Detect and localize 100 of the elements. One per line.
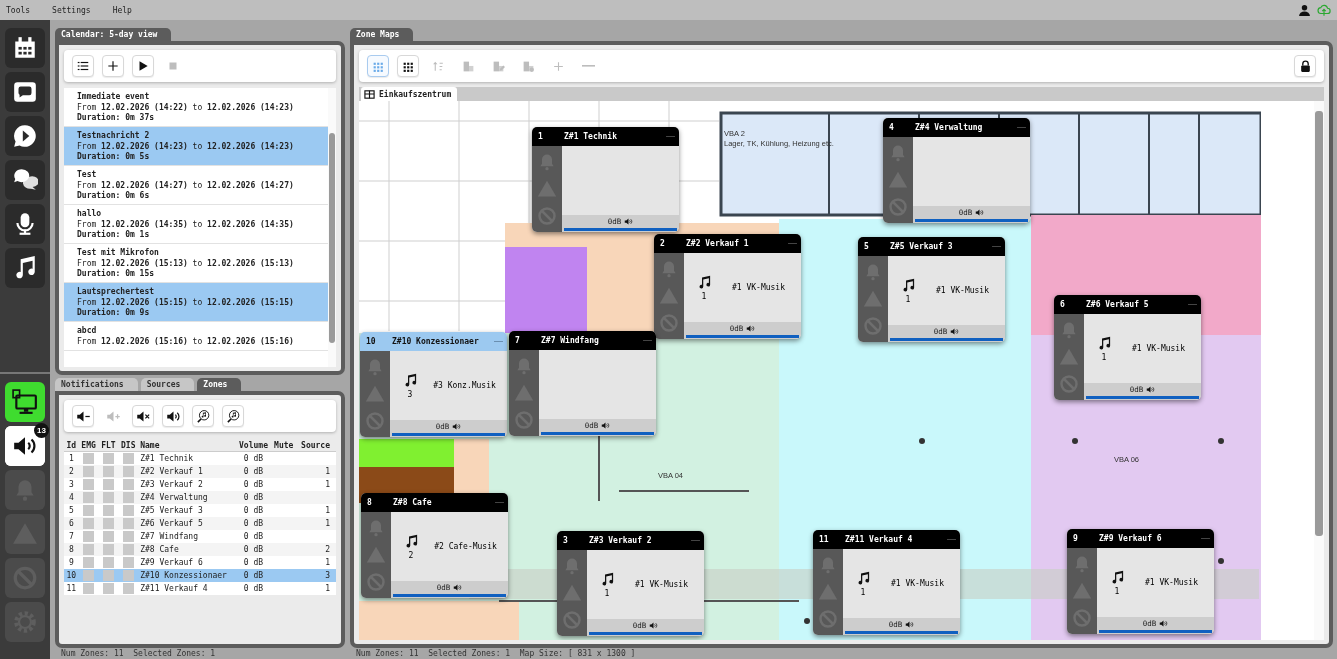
status-square bbox=[83, 556, 95, 568]
minimize-icon[interactable] bbox=[691, 539, 700, 542]
source-name: #1 VK-Musik bbox=[731, 283, 786, 292]
table-cell: Z#2 Verkauf 1 bbox=[140, 466, 203, 476]
music-search-button[interactable] bbox=[192, 405, 214, 427]
event-item[interactable]: Testnachricht 2 From 12.02.2026 (14:23) to 12.02.2026 (14:23) Duration: 0m 5s bbox=[64, 127, 328, 166]
zone-id: 11 bbox=[819, 535, 830, 544]
minimize-icon[interactable] bbox=[1188, 303, 1197, 306]
status-square bbox=[102, 582, 114, 594]
speech-bubbles-button[interactable] bbox=[5, 160, 45, 200]
plus-button[interactable] bbox=[102, 55, 124, 77]
speaker-icon bbox=[601, 421, 611, 430]
zone-id: 7 bbox=[515, 336, 521, 345]
zone-id: 5 bbox=[864, 242, 870, 251]
status-square bbox=[83, 543, 95, 555]
status-square bbox=[102, 491, 114, 503]
zone-id: 1 bbox=[538, 132, 544, 141]
status-square bbox=[122, 569, 134, 581]
table-cell: Z#4 Verwaltung bbox=[140, 492, 208, 502]
minimize-icon[interactable] bbox=[1201, 537, 1210, 540]
event-time-range: From 12.02.2026 (14:22) to 12.02.2026 (14:23) bbox=[77, 103, 295, 112]
table-cell: 0 dB bbox=[243, 518, 264, 528]
tab[interactable]: Calendar: 5-day view bbox=[55, 28, 172, 41]
mute-button[interactable] bbox=[132, 405, 154, 427]
map-tab[interactable]: Einkaufszentrum bbox=[361, 87, 458, 101]
speaker-icon bbox=[950, 327, 960, 336]
lock-icon bbox=[1298, 59, 1312, 73]
table-cell: 10 bbox=[66, 570, 77, 580]
table-cell: 0 dB bbox=[243, 492, 264, 502]
minimize-icon[interactable] bbox=[666, 135, 675, 138]
menu-item[interactable]: Tools bbox=[6, 5, 31, 15]
menu-item[interactable]: Help bbox=[112, 5, 132, 15]
status-text: Num Zones: 11 Selected Zones: 1 bbox=[60, 648, 217, 659]
tab[interactable]: Zones bbox=[197, 378, 242, 391]
grid-button[interactable] bbox=[397, 55, 419, 77]
zone-name: Z#10 Konzessionaer bbox=[392, 337, 480, 346]
event-time-range: From 12.02.2026 (15:15) to 12.02.2026 (15:15) bbox=[77, 298, 295, 307]
table-cell: 2 bbox=[325, 544, 330, 554]
source-name: #1 VK-Musik bbox=[935, 286, 990, 295]
source-name: #1 VK-Musik bbox=[1131, 344, 1186, 353]
status-square bbox=[122, 556, 134, 568]
play-button[interactable] bbox=[132, 55, 154, 77]
music-search-icon bbox=[195, 408, 211, 424]
event-title: Immediate event bbox=[77, 92, 151, 102]
zone-id: 3 bbox=[563, 536, 569, 545]
table-cell: Z#8 Cafe bbox=[140, 544, 179, 554]
status-square bbox=[83, 569, 95, 581]
play-bubble-button[interactable] bbox=[5, 116, 45, 156]
minimize-icon[interactable] bbox=[992, 245, 1001, 248]
cloud-upload-icon bbox=[1317, 3, 1331, 17]
minimize-icon[interactable] bbox=[788, 242, 797, 245]
status-square bbox=[102, 543, 114, 555]
calendar-button[interactable] bbox=[5, 28, 45, 68]
status-square bbox=[83, 530, 95, 542]
status-square bbox=[122, 491, 134, 503]
table-cell: Z#7 Windfang bbox=[140, 531, 198, 541]
scrollbar[interactable] bbox=[328, 88, 336, 367]
column-header: DIS bbox=[118, 440, 139, 452]
lock-button[interactable] bbox=[1294, 55, 1316, 77]
zone-id: 6 bbox=[1060, 300, 1066, 309]
event-title: hallo bbox=[77, 209, 103, 219]
music-note-button[interactable] bbox=[5, 248, 45, 288]
speaker-icon bbox=[1146, 385, 1156, 394]
status-square bbox=[102, 504, 114, 516]
speaker-icon bbox=[453, 583, 463, 592]
minimize-icon[interactable] bbox=[495, 501, 504, 504]
tab[interactable]: Notifications bbox=[55, 378, 138, 391]
table-cell: 1 bbox=[325, 466, 330, 476]
table-cell: 0 dB bbox=[243, 544, 264, 554]
event-title: Testnachricht 2 bbox=[77, 131, 151, 141]
scrollbar[interactable] bbox=[1314, 101, 1324, 640]
speaker-icon bbox=[624, 217, 634, 226]
count-badge: 13 bbox=[34, 423, 49, 438]
table-cell: 11 bbox=[66, 583, 77, 593]
list-button[interactable] bbox=[72, 55, 94, 77]
status-square bbox=[122, 582, 134, 594]
volume-down-button[interactable] bbox=[72, 405, 94, 427]
chat-bubble-button[interactable] bbox=[5, 72, 45, 112]
minimize-icon[interactable] bbox=[947, 538, 956, 541]
table-cell: 1 bbox=[68, 453, 74, 463]
event-item[interactable]: Lautsprechertest From 12.02.2026 (15:15) to 12.02.2026 (15:15) Duration: 0m 9s bbox=[64, 283, 328, 322]
event-title: abcd bbox=[77, 326, 98, 336]
table-cell: 1 bbox=[325, 583, 330, 593]
status-square bbox=[83, 517, 95, 529]
speaker-button[interactable] bbox=[162, 405, 184, 427]
microphone-button[interactable] bbox=[5, 204, 45, 244]
monitor-button[interactable] bbox=[5, 382, 45, 422]
minimize-icon[interactable] bbox=[1017, 126, 1026, 129]
monitor-icon bbox=[12, 389, 38, 415]
table-cell: 3 bbox=[325, 570, 330, 580]
source-name: #1 VK-Musik bbox=[890, 579, 945, 588]
menu-item[interactable]: Settings bbox=[52, 5, 91, 15]
status-square bbox=[83, 582, 95, 594]
tab[interactable]: Zone Maps bbox=[350, 28, 414, 41]
source-number: 1 bbox=[1114, 586, 1120, 596]
tab[interactable]: Sources bbox=[140, 378, 195, 391]
music-search-button[interactable] bbox=[222, 405, 244, 427]
minimize-icon[interactable] bbox=[494, 340, 503, 343]
minimize-icon[interactable] bbox=[643, 339, 652, 342]
event-time-range: From 12.02.2026 (15:16) to 12.02.2026 (15:16) bbox=[77, 337, 295, 347]
